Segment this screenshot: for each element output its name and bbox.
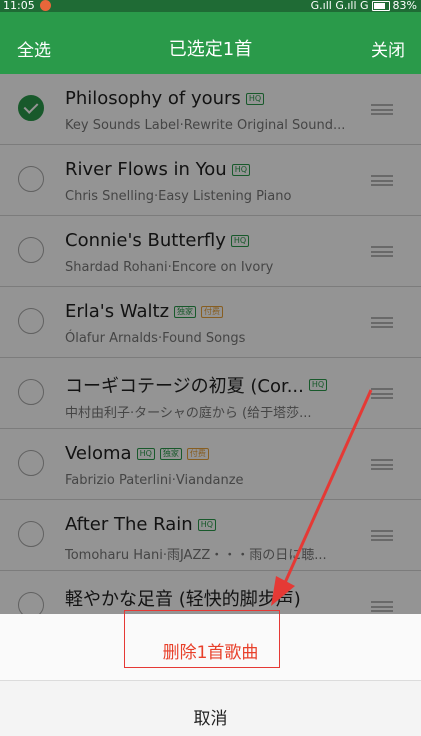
annotation-arrow-line	[282, 389, 373, 586]
annotation-arrow-icon	[271, 389, 373, 606]
annotation-arrow-head	[271, 576, 295, 606]
